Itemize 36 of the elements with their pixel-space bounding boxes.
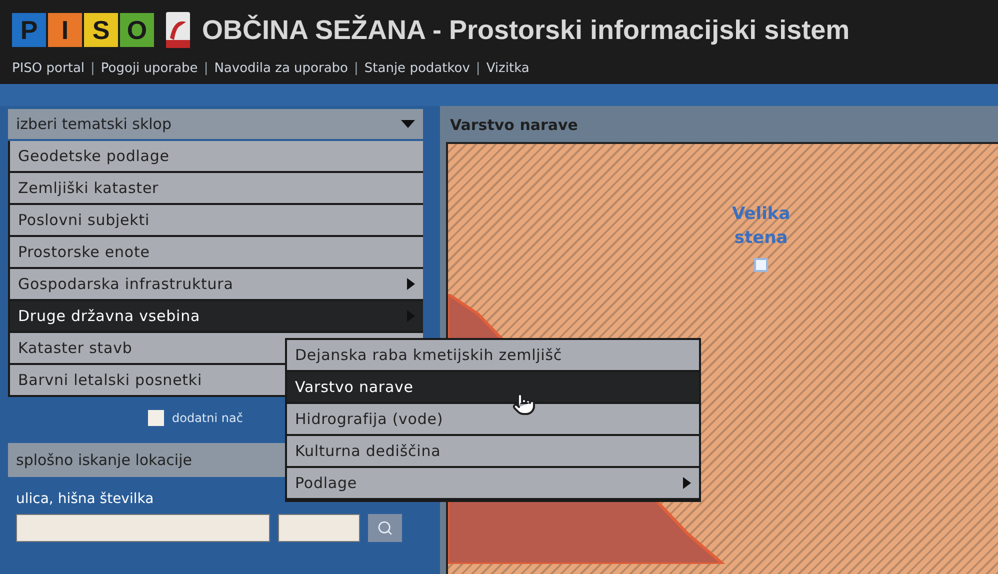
nav-link[interactable]: Navodila za uporabo (214, 58, 348, 78)
map-title: Varstvo narave (449, 114, 579, 136)
link-separator: | (204, 60, 208, 78)
house-number-input[interactable] (278, 514, 360, 542)
logo-letter: P (12, 13, 46, 48)
theme-dropdown[interactable]: izberi tematski sklop (8, 109, 423, 139)
menu-item[interactable]: Prostorske enote (10, 237, 423, 269)
menu-item[interactable]: Gospodarska infrastruktura (10, 269, 423, 301)
place-marker-icon (754, 258, 768, 272)
logo-letter: O (120, 13, 154, 48)
search-icon (377, 520, 393, 536)
menu-item[interactable]: Poslovni subjekti (10, 205, 423, 237)
link-separator: | (354, 60, 358, 78)
menu-item[interactable]: Zemljiški kataster (10, 173, 423, 205)
nav-link[interactable]: PISO portal (12, 58, 85, 78)
link-separator: | (476, 60, 480, 78)
street-input[interactable] (16, 514, 270, 542)
dropdown-caret-icon (401, 120, 415, 128)
nav-link[interactable]: Pogoji uporabe (100, 58, 198, 78)
link-separator: | (90, 60, 95, 78)
nav-link[interactable]: Vizitka (486, 58, 530, 78)
checkbox-label: dodatni nač (172, 410, 243, 427)
logo-letter: I (48, 13, 82, 48)
menu-item[interactable]: Varstvo narave (287, 372, 699, 404)
checkbox[interactable] (148, 410, 164, 426)
place-label: stena (734, 227, 788, 250)
place-label: Velika (732, 203, 790, 226)
hand-cursor-icon (512, 392, 536, 416)
nav-link[interactable]: Stanje podatkov (364, 58, 470, 78)
menu-item[interactable]: Druge državna vsebina (10, 301, 423, 333)
document-icon (166, 12, 190, 48)
search-button[interactable] (368, 514, 402, 542)
menu-item[interactable]: Geodetske podlage (10, 141, 423, 173)
page-title: OBČINA SEŽANA - Prostorski informacijski sistem (202, 14, 850, 47)
field-label: ulica, hišna številka (15, 490, 155, 509)
logo-letter: S (84, 13, 118, 48)
